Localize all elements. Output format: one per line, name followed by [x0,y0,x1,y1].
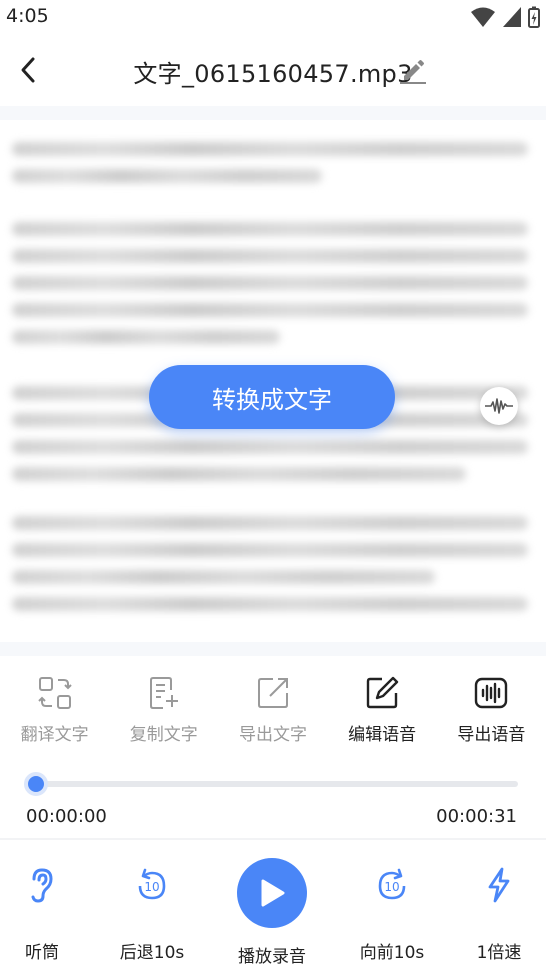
forward-10-icon: 10 [378,868,406,900]
earpiece-label: 听筒 [25,943,59,963]
tool-label: 导出语音 [457,725,526,745]
pencil-icon [400,60,426,84]
edit-audio-icon [366,676,399,709]
play-icon [261,879,285,907]
tool-label: 编辑语音 [348,725,417,745]
edit-audio-button[interactable]: 编辑语音 [328,676,437,756]
tool-label: 翻译文字 [20,725,89,745]
convert-to-text-button[interactable]: 转换成文字 [149,365,395,429]
signal-icon [503,7,521,27]
rewind-label: 后退10s [119,943,185,963]
app-screen: 4:05 文字_0615160457.mp3 转换成文字 翻译文字 复制文字 导… [0,0,546,976]
translate-icon [37,677,72,709]
transcript-area: 转换成文字 [0,106,546,656]
tools-row: 翻译文字 复制文字 导出文字 编辑语音 导出语音 [0,676,546,756]
play-label: 播放录音 [238,947,306,967]
header: 文字_0615160457.mp3 [0,36,546,104]
rewind-10-icon: 10 [138,868,166,900]
ear-icon [31,868,53,903]
rewind-10s-button[interactable]: 10 后退10s [107,856,197,963]
tool-label: 复制文字 [129,725,198,745]
forward-10s-button[interactable]: 10 向前10s [347,856,437,963]
wifi-icon [471,7,495,27]
svg-text:10: 10 [144,880,159,894]
forward-label: 向前10s [359,943,425,963]
page-title: 文字_0615160457.mp3 [133,60,413,88]
speed-label: 1倍速 [476,943,522,963]
copy-text-button[interactable]: 复制文字 [109,676,218,756]
playback-speed-button[interactable]: 1倍速 [454,856,544,963]
divider [0,838,546,840]
playback-progress-slider[interactable] [24,772,518,796]
waveform-icon [485,398,513,414]
edit-title-button[interactable] [398,56,428,86]
earpiece-button[interactable]: 听筒 [0,856,87,963]
status-icons [470,6,540,28]
title-wrap: 文字_0615160457.mp3 [0,54,546,89]
blurred-paragraph [12,516,528,624]
export-audio-button[interactable]: 导出语音 [437,676,546,756]
play-circle[interactable] [237,858,307,928]
battery-icon [528,6,540,28]
blurred-paragraph [12,222,528,357]
svg-text:10: 10 [384,880,399,894]
total-time: 00:00:31 [436,806,517,827]
current-time: 00:00:00 [26,806,107,827]
waveform-button[interactable] [480,387,518,425]
status-time: 4:05 [6,5,49,27]
play-recording-button[interactable]: 播放录音 [227,856,317,967]
player-controls: 听筒 10 后退10s 播放录音 10 向前10s 1倍速 [0,856,546,976]
export-text-icon [257,678,288,708]
lightning-icon [488,867,510,903]
export-text-button[interactable]: 导出文字 [218,676,327,756]
blurred-paragraph [12,142,528,196]
progress-thumb[interactable] [24,772,48,796]
progress-track [26,781,518,787]
status-bar: 4:05 [0,0,546,34]
translate-text-button[interactable]: 翻译文字 [0,676,109,756]
copy-text-icon [149,677,178,709]
export-audio-icon [475,677,508,709]
tool-label: 导出文字 [238,725,307,745]
